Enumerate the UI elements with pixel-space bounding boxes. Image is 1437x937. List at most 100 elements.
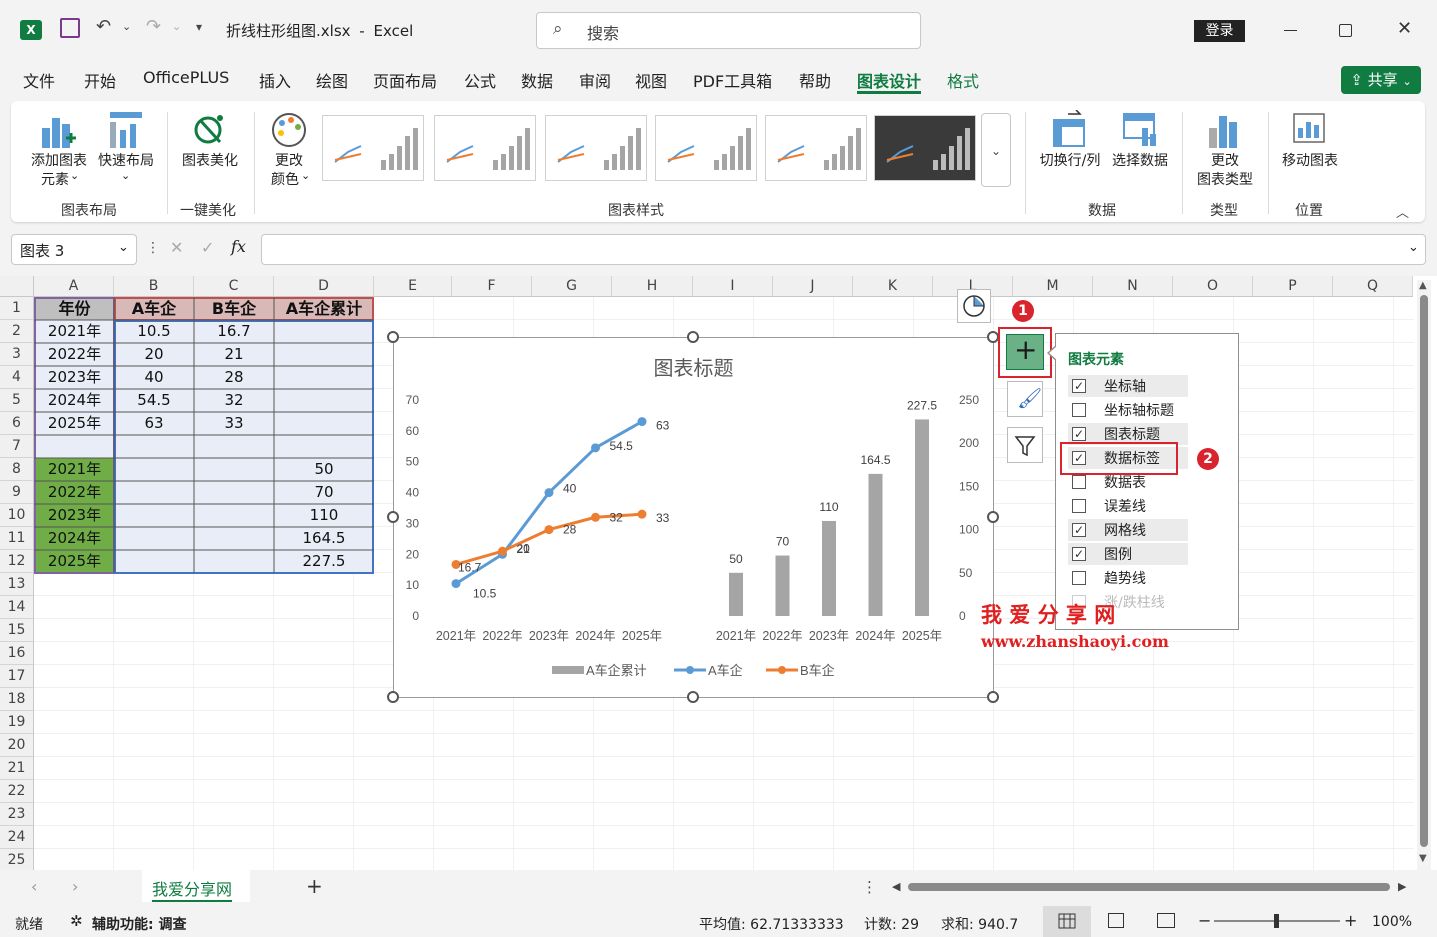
name-box[interactable]: 图表 3 ⌄ — [11, 234, 137, 265]
cell[interactable]: 2021年 — [35, 458, 114, 481]
undo-icon[interactable]: ↶ — [96, 16, 111, 37]
chart-filters-button[interactable] — [1007, 427, 1043, 463]
col-header[interactable]: B — [114, 276, 194, 297]
checkbox-icon[interactable]: ✓ — [1072, 379, 1086, 393]
scroll-thumb[interactable] — [1420, 295, 1428, 847]
tab-pdf-tools[interactable]: PDF工具箱 — [693, 68, 772, 94]
page-break-view-icon[interactable] — [1157, 913, 1175, 928]
cell[interactable]: 32 — [194, 389, 274, 412]
redo-icon[interactable]: ↷ — [146, 16, 161, 37]
chart-style-4[interactable] — [655, 115, 757, 181]
undo-dropdown-icon[interactable]: ⌄ — [122, 20, 131, 33]
zoom-slider[interactable] — [1214, 914, 1340, 928]
cell[interactable]: 20 — [114, 343, 194, 366]
checkbox-icon[interactable] — [1072, 499, 1086, 513]
chart-styles-button[interactable]: 🖌 — [1007, 381, 1043, 417]
col-header[interactable]: G — [532, 276, 612, 297]
select-all-corner[interactable] — [0, 276, 34, 297]
row-header[interactable]: 12 — [0, 550, 34, 573]
cell[interactable]: 54.5 — [114, 389, 194, 412]
minimize-icon[interactable] — [1284, 30, 1297, 31]
normal-view-button[interactable] — [1043, 906, 1091, 937]
cell[interactable]: 2022年 — [35, 343, 114, 366]
row-header[interactable]: 13 — [0, 573, 34, 596]
row-header[interactable]: 11 — [0, 527, 34, 550]
vertical-scrollbar[interactable]: ▲ ▼ — [1417, 280, 1431, 870]
row-header[interactable]: 25 — [0, 849, 34, 872]
status-sum[interactable]: 求和: 940.7 — [941, 914, 1018, 934]
enter-icon[interactable]: ✓ — [201, 238, 214, 257]
cell[interactable]: 50 — [274, 458, 374, 481]
tab-format[interactable]: 格式 — [947, 68, 979, 94]
page-layout-view-icon[interactable] — [1108, 913, 1124, 928]
resize-handle[interactable] — [387, 511, 399, 523]
col-header[interactable]: P — [1253, 276, 1333, 297]
chart-style-5[interactable] — [765, 115, 867, 181]
checkbox-icon[interactable] — [1072, 475, 1086, 489]
row-header[interactable]: 3 — [0, 343, 34, 366]
add-chart-element-button[interactable]: 添加图表 元素 ⌄ — [26, 108, 92, 188]
cell[interactable]: 2023年 — [35, 504, 114, 527]
cell[interactable]: 2024年 — [35, 389, 114, 412]
col-header[interactable]: K — [853, 276, 933, 297]
tab-review[interactable]: 审阅 — [579, 68, 611, 94]
chart-style-6[interactable] — [874, 115, 976, 181]
resize-handle[interactable] — [987, 511, 999, 523]
cell[interactable]: 40 — [114, 366, 194, 389]
zoom-out-icon[interactable]: − — [1198, 911, 1211, 930]
resize-handle[interactable] — [687, 331, 699, 343]
element-item-legend[interactable]: ✓ 图例 — [1068, 543, 1188, 565]
change-chart-type-button[interactable]: 更改 图表类型 — [1190, 108, 1260, 188]
chart-style-3[interactable] — [545, 115, 647, 181]
element-item-error-bars[interactable]: 误差线 — [1068, 495, 1188, 517]
cell[interactable]: 2023年 — [35, 366, 114, 389]
row-header[interactable]: 10 — [0, 504, 34, 527]
status-average[interactable]: 平均值: 62.71333333 — [699, 914, 844, 934]
add-sheet-icon[interactable]: + — [306, 874, 323, 898]
change-colors-button[interactable]: 更改 颜色 ⌄ — [262, 108, 316, 188]
tab-officeplus[interactable]: OfficePLUS — [143, 68, 229, 94]
col-header[interactable]: Q — [1333, 276, 1413, 297]
header-a[interactable]: A车企 — [114, 297, 194, 320]
checkbox-icon[interactable] — [1072, 571, 1086, 585]
collapse-ribbon-icon[interactable]: ︿ — [1396, 202, 1409, 221]
col-header[interactable]: H — [612, 276, 693, 297]
chart-style-2[interactable] — [434, 115, 536, 181]
header-year[interactable]: 年份 — [35, 297, 114, 320]
cell[interactable]: 2021年 — [35, 320, 114, 343]
zoom-in-icon[interactable]: + — [1344, 911, 1357, 930]
checkbox-icon[interactable]: ✓ — [1072, 523, 1086, 537]
resize-handle[interactable] — [387, 331, 399, 343]
switch-row-column-button[interactable]: 切换行/列 — [1034, 108, 1106, 178]
cell[interactable]: 2025年 — [35, 412, 114, 435]
tab-page-layout[interactable]: 页面布局 — [373, 68, 437, 94]
formula-input[interactable]: ⌄ — [261, 234, 1426, 265]
element-item-axis-titles[interactable]: 坐标轴标题 — [1068, 399, 1188, 421]
checkbox-icon[interactable]: ✓ — [1072, 427, 1086, 441]
tab-data[interactable]: 数据 — [521, 68, 553, 94]
row-header[interactable]: 18 — [0, 688, 34, 711]
header-b[interactable]: B车企 — [194, 297, 274, 320]
tab-chart-design[interactable]: 图表设计 — [857, 68, 922, 94]
cell[interactable]: 110 — [274, 504, 374, 527]
cell[interactable]: 70 — [274, 481, 374, 504]
close-icon[interactable]: ✕ — [1397, 18, 1412, 39]
hscroll-right-icon[interactable]: ▶ — [1398, 880, 1406, 893]
accessibility-status[interactable]: 辅助功能: 调查 — [92, 914, 186, 934]
resize-handle[interactable] — [687, 691, 699, 703]
combo-chart[interactable]: 图表标题 0 10 20 30 40 50 60 70 0 50 100 150 200 250 2021年… — [393, 337, 994, 698]
col-header[interactable]: D — [274, 276, 374, 297]
maximize-icon[interactable] — [1339, 24, 1352, 37]
col-header[interactable]: N — [1093, 276, 1173, 297]
tab-menu-icon[interactable]: ⋮ — [862, 878, 877, 896]
row-header[interactable]: 2 — [0, 320, 34, 343]
row-header[interactable]: 8 — [0, 458, 34, 481]
formula-more-icon[interactable]: ⋮ — [146, 240, 160, 256]
col-header[interactable]: E — [374, 276, 452, 297]
row-header[interactable]: 16 — [0, 642, 34, 665]
horizontal-scroll-thumb[interactable] — [908, 883, 1390, 891]
resize-handle[interactable] — [387, 691, 399, 703]
cell[interactable]: 164.5 — [274, 527, 374, 550]
col-header[interactable]: F — [452, 276, 532, 297]
row-header[interactable]: 5 — [0, 389, 34, 412]
